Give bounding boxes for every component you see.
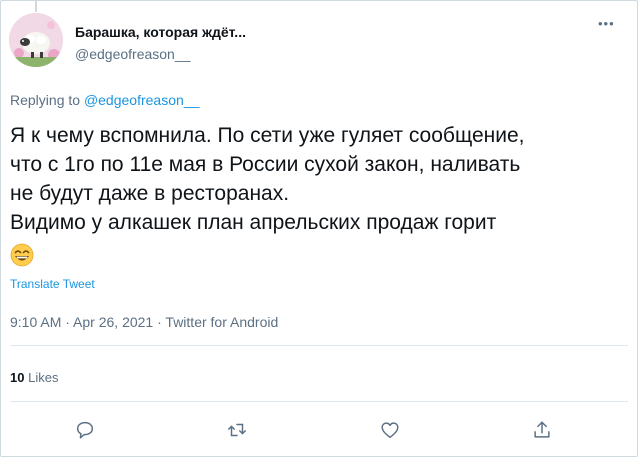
tweet-text-line: Я к чему вспомнила. По сети уже гуляет с… [10,124,525,147]
tweet-source[interactable]: Twitter for Android [165,314,278,330]
replying-to-handle[interactable]: @edgeofreason__ [84,92,199,108]
more-options-icon[interactable]: ••• [598,16,615,31]
replying-to: Replying to @edgeofreason__ [10,92,199,108]
tweet-text-line: Видимо у алкашек план апрельских продаж … [10,211,497,234]
translate-tweet-link[interactable]: Translate Tweet [10,277,95,291]
likes-count[interactable]: 10 Likes [10,370,58,385]
share-icon [534,421,550,438]
tweet-date[interactable]: Apr 26, 2021 [73,314,153,330]
replying-prefix: Replying to [10,92,81,108]
author-name[interactable]: Барашка, которая ждёт... [75,24,246,40]
tweet-metadata: 9:10 AM · Apr 26, 2021 · Twitter for And… [10,314,278,330]
reply-button[interactable] [74,419,96,441]
share-button[interactable] [531,419,553,441]
tweet-text: Я к чему вспомнила. По сети уже гуляет с… [10,121,620,237]
tweet-text-line: что с 1го по 11е мая в России сухой зако… [10,153,521,176]
meta-separator: · [65,314,74,330]
like-button[interactable] [379,419,401,441]
grinning-face-emoji-icon [10,243,34,267]
avatar[interactable] [9,13,63,67]
tweet-text-line: не будут даже в ресторанах. [10,182,290,205]
author-handle[interactable]: @edgeofreason__ [75,46,190,62]
like-icon [381,422,399,439]
retweet-button[interactable] [226,419,248,441]
reply-icon [76,421,94,439]
retweet-icon [228,423,246,437]
avatar-image [9,13,63,67]
thread-connector-line [35,0,37,12]
divider [10,345,628,346]
likes-number: 10 [10,370,25,385]
divider [10,401,628,402]
likes-label: Likes [28,370,59,385]
tweet-time[interactable]: 9:10 AM [10,314,61,330]
